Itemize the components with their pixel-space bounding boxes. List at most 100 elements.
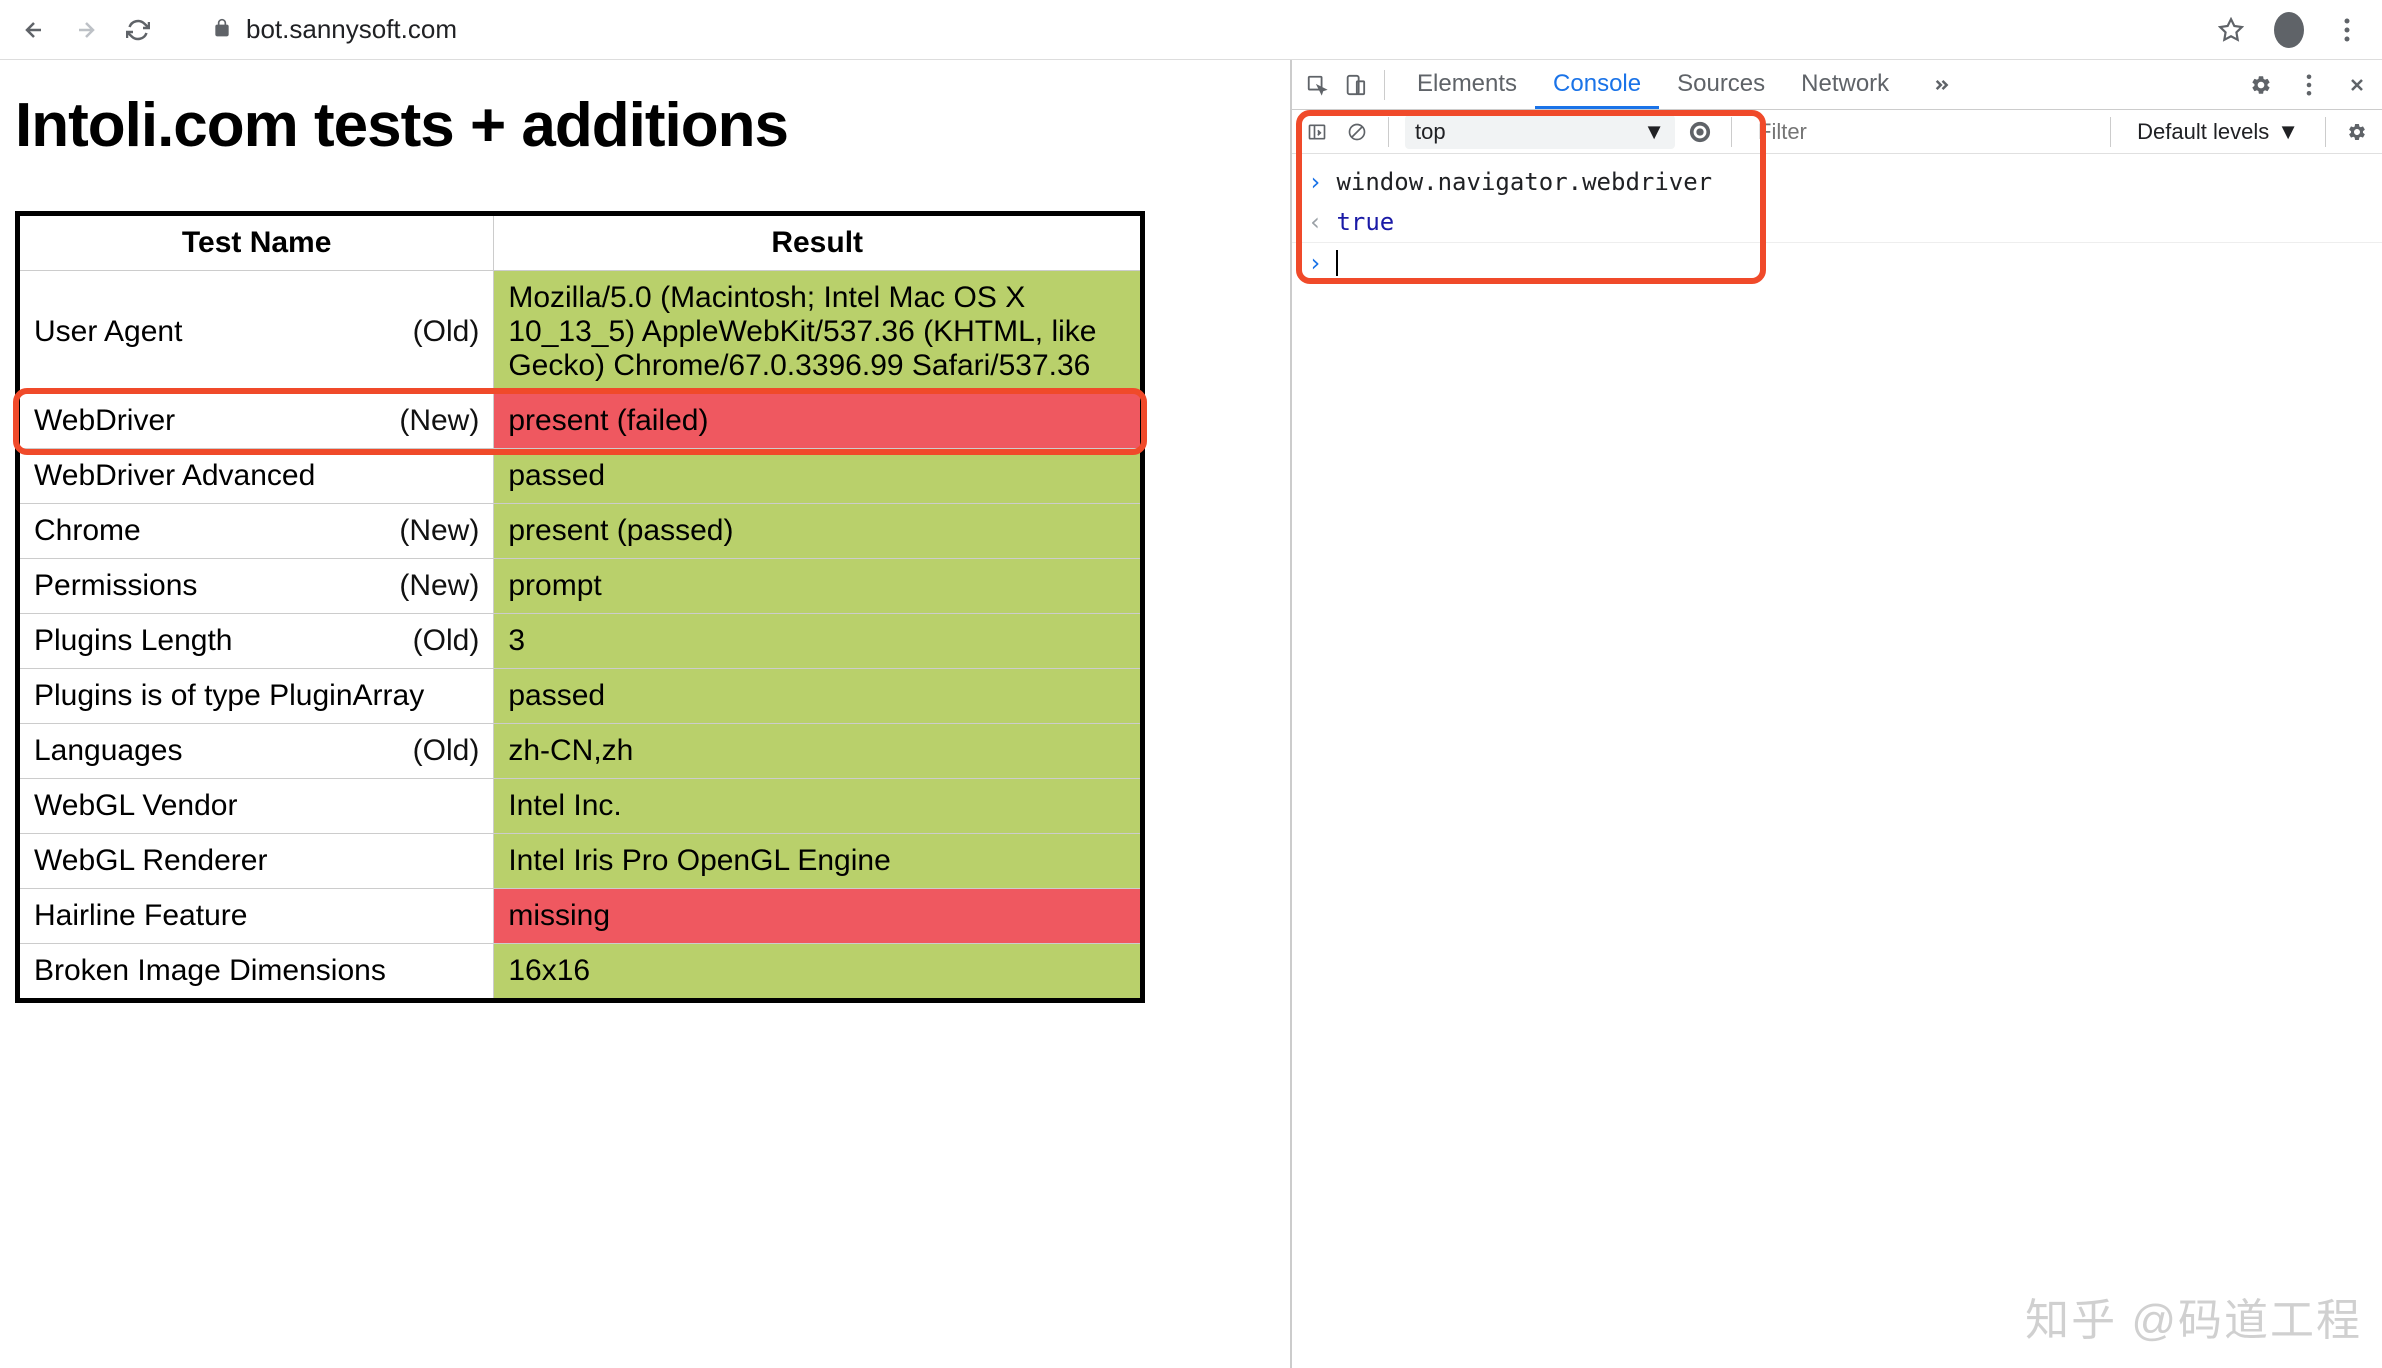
test-name: Chrome: [34, 514, 141, 548]
test-name-cell: WebGL Renderer: [18, 834, 494, 889]
test-name-cell: WebGL Vendor: [18, 779, 494, 834]
devtools-menu-icon[interactable]: [2294, 70, 2324, 100]
test-result-cell: missing: [494, 889, 1143, 944]
address-bar[interactable]: bot.sannysoft.com: [212, 14, 2216, 45]
test-name-cell: Permissions (New): [18, 559, 494, 614]
table-row: WebDriver Advancedpassed: [18, 449, 1143, 504]
test-tag: (Old): [413, 315, 480, 349]
test-tag: (New): [399, 404, 479, 438]
test-tag: (New): [399, 569, 479, 603]
test-name-cell: Plugins Length (Old): [18, 614, 494, 669]
lock-icon: [212, 14, 232, 45]
console-input-text: window.navigator.webdriver: [1336, 168, 1712, 196]
test-result-cell: prompt: [494, 559, 1143, 614]
test-name: Plugins Length: [34, 624, 233, 658]
console-settings-icon[interactable]: [2342, 117, 2372, 147]
test-name: Permissions: [34, 569, 197, 603]
console-prompt-line[interactable]: ›: [1292, 243, 2382, 283]
test-name-cell: Broken Image Dimensions: [18, 944, 494, 1001]
test-result-cell: Intel Inc.: [494, 779, 1143, 834]
table-row: Languages (Old) zh-CN,zh: [18, 724, 1143, 779]
devtools-tabs: ElementsConsoleSourcesNetwork: [1292, 60, 2382, 110]
console-input-line: › window.navigator.webdriver: [1292, 162, 2382, 202]
test-tag: (New): [399, 514, 479, 548]
devtools-panel: ElementsConsoleSourcesNetwork: [1290, 60, 2382, 1368]
table-row: User Agent (Old) Mozilla/5.0 (Macintosh; I…: [18, 271, 1143, 394]
bookmark-star-icon[interactable]: [2216, 15, 2246, 45]
devtools-tab-console[interactable]: Console: [1535, 60, 1659, 109]
log-levels-select[interactable]: Default levels ▼: [2127, 115, 2309, 149]
test-name: Hairline Feature: [34, 899, 247, 933]
test-name: Broken Image Dimensions: [34, 954, 386, 988]
test-name-cell: Plugins is of type PluginArray: [18, 669, 494, 724]
test-name: WebGL Renderer: [34, 844, 267, 878]
test-tag: (Old): [413, 734, 480, 768]
inspect-element-icon[interactable]: [1302, 70, 1332, 100]
devtools-tab-sources[interactable]: Sources: [1659, 60, 1783, 109]
live-expression-icon[interactable]: [1685, 117, 1715, 147]
url-text: bot.sannysoft.com: [246, 14, 457, 45]
back-button[interactable]: [20, 16, 48, 44]
table-row: Chrome (New) present (passed): [18, 504, 1143, 559]
test-name-cell: WebDriver Advanced: [18, 449, 494, 504]
devtools-settings-icon[interactable]: [2246, 70, 2276, 100]
dropdown-icon: ▼: [1643, 119, 1665, 145]
table-row: WebGL Vendor Intel Inc.: [18, 779, 1143, 834]
device-toggle-icon[interactable]: [1340, 70, 1370, 100]
clear-console-icon[interactable]: [1342, 117, 1372, 147]
reload-button[interactable]: [124, 16, 152, 44]
test-result-cell: 16x16: [494, 944, 1143, 1001]
browser-toolbar: bot.sannysoft.com: [0, 0, 2382, 60]
test-result-cell: present (passed): [494, 504, 1143, 559]
test-result-cell: 3: [494, 614, 1143, 669]
test-name-cell: Languages (Old): [18, 724, 494, 779]
more-tabs-icon[interactable]: [1925, 70, 1955, 100]
test-name-cell: User Agent (Old): [18, 271, 494, 394]
test-result-cell: Intel Iris Pro OpenGL Engine: [494, 834, 1143, 889]
input-prompt-icon: ›: [1308, 168, 1322, 196]
tests-table: Test Name Result User Agent(Old)Mozilla/…: [15, 211, 1145, 1003]
devtools-tab-network[interactable]: Network: [1783, 60, 1907, 109]
devtools-tab-elements[interactable]: Elements: [1399, 60, 1535, 109]
console-output-text: true: [1336, 208, 1394, 236]
page-title: Intoli.com tests + additions: [10, 90, 1280, 161]
table-row: Plugins Length (Old) 3: [18, 614, 1143, 669]
test-name-cell: WebDriver(New): [18, 394, 494, 449]
page-content: Intoli.com tests + additions Test Name R…: [0, 60, 1290, 1368]
test-result-cell: Mozilla/5.0 (Macintosh; Intel Mac OS X 1…: [494, 271, 1143, 394]
console-filter-input[interactable]: [1758, 119, 2094, 145]
test-name: Plugins is of type PluginArray: [34, 679, 424, 713]
input-prompt-icon: ›: [1308, 249, 1322, 277]
test-result-cell: passed: [494, 449, 1143, 504]
table-row: Plugins is of type PluginArray passed: [18, 669, 1143, 724]
column-header-result: Result: [494, 214, 1143, 271]
test-result-cell: present (failed): [494, 394, 1143, 449]
console-sidebar-toggle-icon[interactable]: [1302, 117, 1332, 147]
test-result-cell: zh-CN,zh: [494, 724, 1143, 779]
table-row: WebGL Renderer Intel Iris Pro OpenGL Engi…: [18, 834, 1143, 889]
test-name-cell: Chrome (New): [18, 504, 494, 559]
console-output-line: ‹ true: [1292, 202, 2382, 243]
levels-label: Default levels: [2137, 119, 2269, 145]
test-name: User Agent: [34, 315, 182, 349]
test-result-cell: passed: [494, 669, 1143, 724]
context-label: top: [1415, 119, 1446, 145]
dropdown-icon: ▼: [2277, 119, 2299, 145]
browser-menu-icon[interactable]: [2332, 15, 2362, 45]
devtools-close-icon[interactable]: [2342, 70, 2372, 100]
table-row: Hairline Feature missing: [18, 889, 1143, 944]
console-output: › window.navigator.webdriver ‹ true ›: [1292, 154, 2382, 291]
table-row: Permissions (New) prompt: [18, 559, 1143, 614]
output-prompt-icon: ‹: [1308, 208, 1322, 236]
forward-button[interactable]: [72, 16, 100, 44]
test-tag: (Old): [413, 624, 480, 658]
console-cursor: [1336, 250, 1338, 276]
execution-context-select[interactable]: top ▼: [1405, 115, 1675, 149]
table-row: Broken Image Dimensions 16x16: [18, 944, 1143, 1001]
watermark: 知乎 @码道工程: [2025, 1284, 2362, 1348]
test-name: WebGL Vendor: [34, 789, 237, 823]
test-name: Languages: [34, 734, 182, 768]
console-toolbar: top ▼ Default levels ▼: [1292, 110, 2382, 154]
profile-avatar[interactable]: [2274, 15, 2304, 45]
table-row: WebDriver(New)present (failed): [18, 394, 1143, 449]
